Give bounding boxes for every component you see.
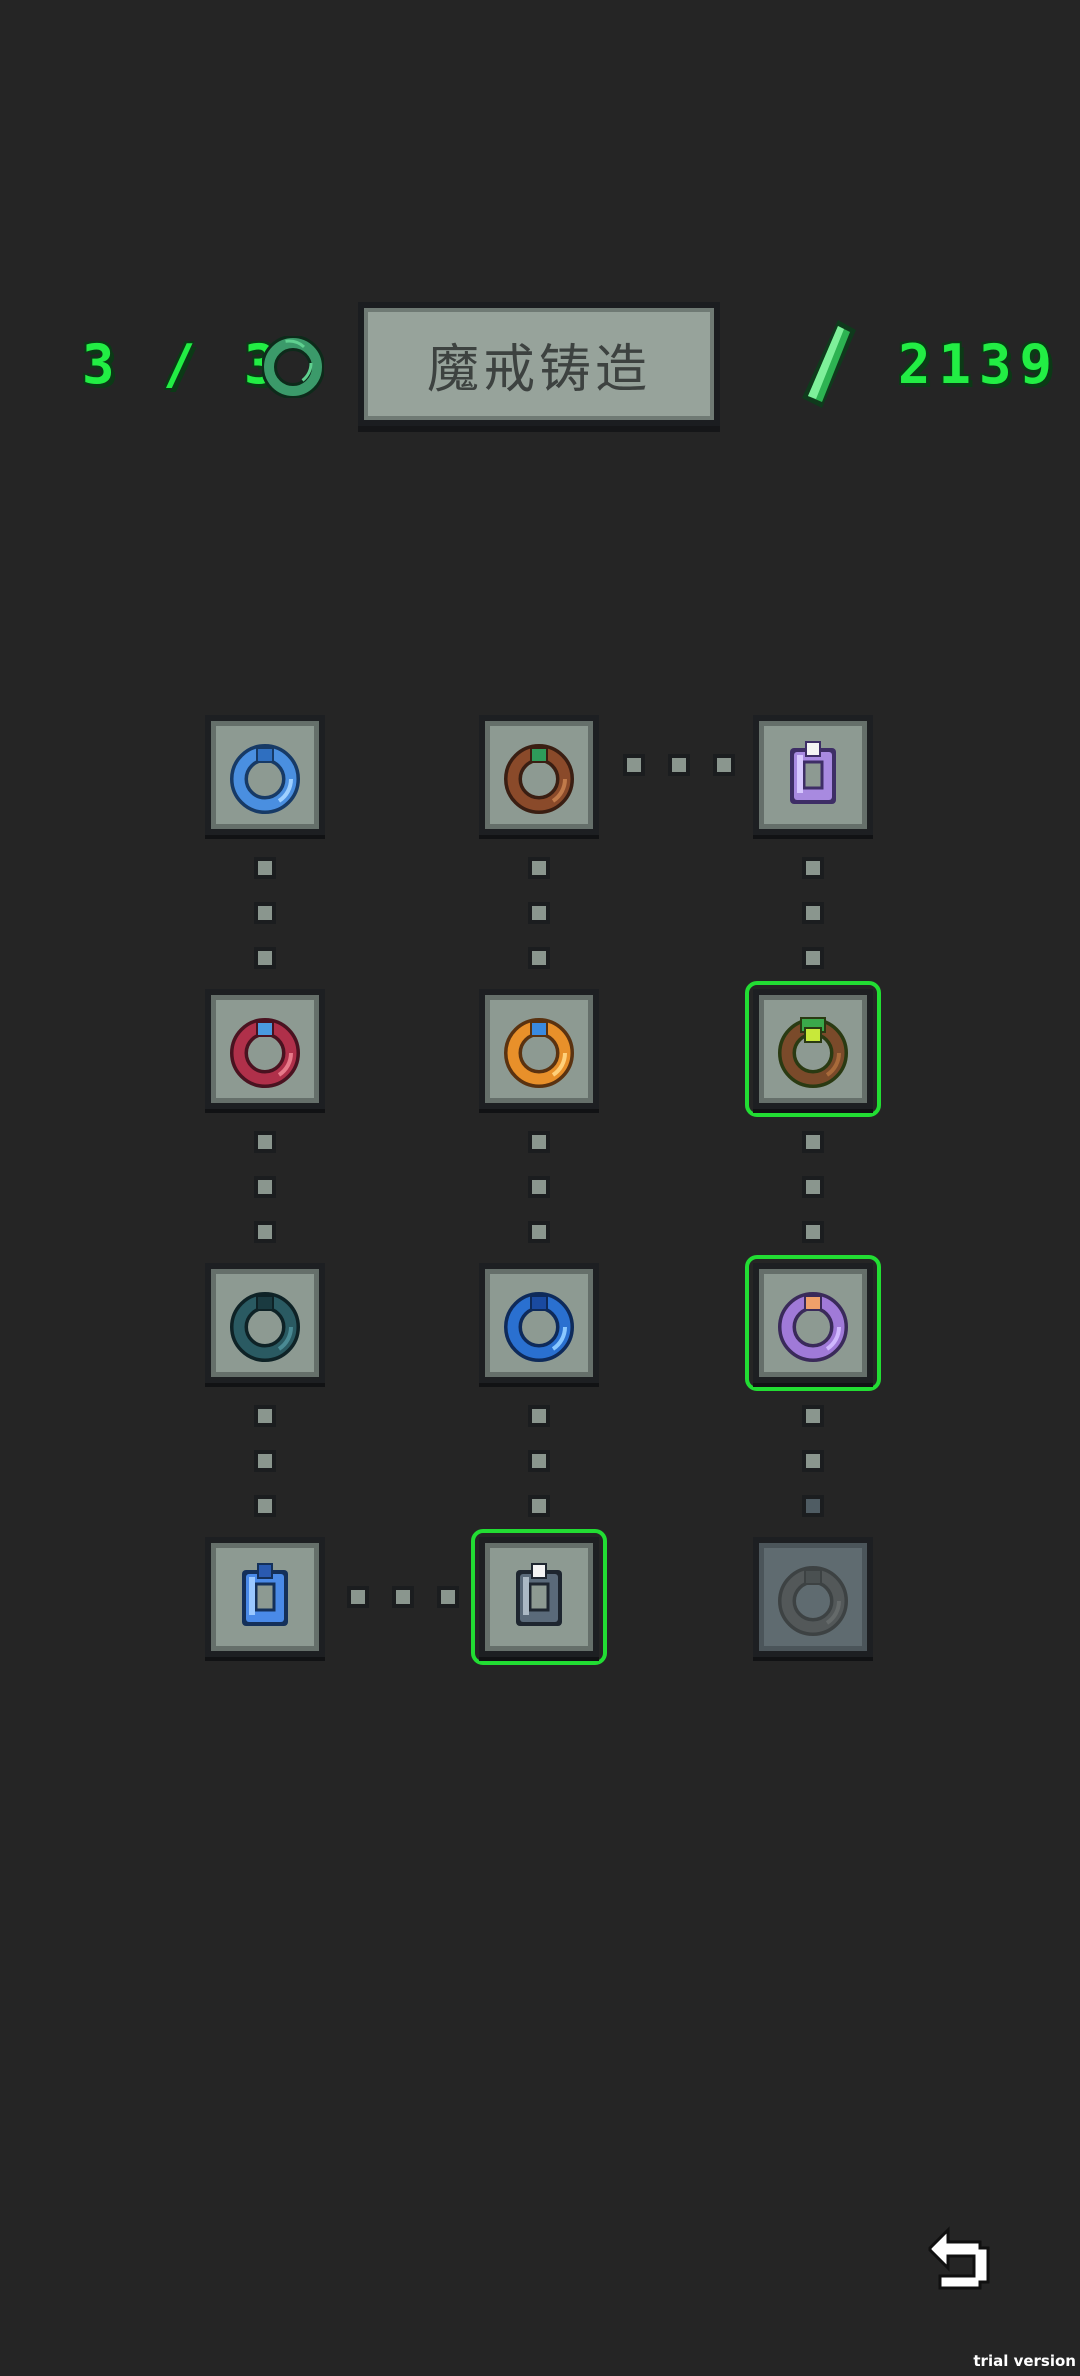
dark-ring-icon [778, 1566, 848, 1636]
ring-node-r1c2[interactable] [479, 715, 599, 835]
orange-purple-ring-icon [778, 1292, 848, 1362]
ring-node-r4c1[interactable] [205, 1537, 325, 1657]
path-dot [528, 1450, 550, 1472]
ring-node-r1c1[interactable] [205, 715, 325, 835]
ring-node-r3c3[interactable] [753, 1263, 873, 1383]
ring-node-r1c3[interactable] [753, 715, 873, 835]
ring-node-r2c3[interactable] [753, 989, 873, 1109]
path-dot [528, 1176, 550, 1198]
path-dot [802, 1495, 824, 1517]
purple-white-ring-icon [790, 741, 836, 804]
path-dot [254, 902, 276, 924]
teal-ring-icon [230, 1292, 300, 1362]
green-crystal-icon [802, 320, 856, 408]
path-dot [528, 1131, 550, 1153]
path-dot [347, 1586, 369, 1608]
path-dot [254, 1176, 276, 1198]
path-dot [528, 902, 550, 924]
sapphire-ring-icon [504, 1292, 574, 1362]
red-blue-ring-icon [230, 1018, 300, 1088]
ring-node-r4c3[interactable] [753, 1537, 873, 1657]
path-dot [802, 947, 824, 969]
path-dot [623, 754, 645, 776]
ring-count: 3 / 3 [82, 333, 285, 396]
path-dot [802, 902, 824, 924]
path-dot [254, 857, 276, 879]
orange-blue-ring-icon [504, 1018, 574, 1088]
path-dot [254, 1131, 276, 1153]
ring-node-r4c2[interactable] [479, 1537, 599, 1657]
ring-node-r2c1[interactable] [205, 989, 325, 1109]
path-dot [802, 1176, 824, 1198]
title-plate: 魔戒铸造 [358, 302, 720, 426]
blue-gem-ring-icon [242, 1563, 288, 1626]
path-dot [528, 1495, 550, 1517]
ring-node-r3c1[interactable] [205, 1263, 325, 1383]
page-title: 魔戒铸造 [426, 339, 651, 400]
ring-node-r2c2[interactable] [479, 989, 599, 1109]
path-dot [802, 1405, 824, 1427]
path-dot [802, 1131, 824, 1153]
blue-ring-icon [230, 744, 300, 814]
path-dot [254, 947, 276, 969]
back-arrow-icon[interactable] [928, 2226, 1000, 2292]
path-dot [528, 1405, 550, 1427]
path-dot [528, 1221, 550, 1243]
path-dot [254, 1221, 276, 1243]
silver-ring-icon [516, 1563, 562, 1626]
trial-version-label: trial version [973, 2352, 1076, 2370]
path-dot [392, 1586, 414, 1608]
brown-green-ring-icon [504, 744, 574, 814]
path-dot [254, 1450, 276, 1472]
path-dot [802, 1450, 824, 1472]
path-dot [437, 1586, 459, 1608]
path-dot [254, 1495, 276, 1517]
ring-icon [262, 336, 324, 398]
path-dot [254, 1405, 276, 1427]
ring-node-r3c2[interactable] [479, 1263, 599, 1383]
path-dot [528, 857, 550, 879]
path-dot [802, 1221, 824, 1243]
crystal-count: 2139 [898, 333, 1061, 396]
path-dot [668, 754, 690, 776]
path-dot [528, 947, 550, 969]
path-dot [802, 857, 824, 879]
path-dot [713, 754, 735, 776]
green-yellow-ring-icon [778, 1017, 848, 1088]
